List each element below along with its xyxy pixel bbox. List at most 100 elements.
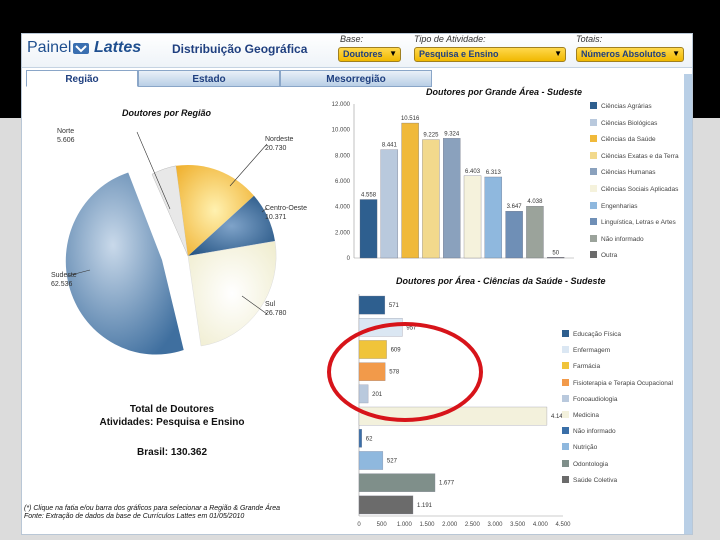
legend-item-outra[interactable]: Outra — [590, 251, 617, 261]
legend-label: Ciências Exatas e da Terra — [601, 152, 679, 160]
bar-outra[interactable] — [547, 257, 565, 259]
y-tick-label: 2.000 — [335, 230, 351, 236]
legend-label: Fisioterapia e Terapia Ocupacional — [573, 379, 673, 387]
base-select[interactable]: Doutores ▼ — [338, 47, 401, 62]
legend-swatch — [590, 201, 597, 209]
bar-value-label: 4.558 — [361, 193, 377, 199]
pie-label-sul-value: 26.780 — [265, 310, 287, 317]
legend-label: Odontologia — [573, 460, 609, 468]
x-tick-label: 2.000 — [442, 522, 458, 528]
bar-ciencias-da-saude[interactable] — [401, 122, 419, 259]
chevron-down-icon: ▼ — [672, 49, 680, 58]
legend-label: Ciências Biológicas — [601, 119, 658, 127]
x-tick-label: 1.500 — [419, 522, 435, 528]
legend-item-ciencias-da-saude[interactable]: Ciências da Saúde — [590, 135, 656, 145]
legend-item-engenharias[interactable]: Engenharias — [590, 201, 638, 212]
legend-label: Nutrição — [573, 444, 598, 452]
bar-saude-coletiva[interactable] — [358, 495, 414, 515]
legend-label: Saúde Coletiva — [573, 476, 618, 484]
legend-label: Ciências Sociais Aplicadas — [601, 186, 679, 193]
legend-label: Fonoaudiologia — [573, 395, 618, 403]
legend-item-nao-informado[interactable]: Não informado — [590, 234, 644, 245]
legend-swatch — [590, 234, 597, 242]
pie-label-norte-name: Norte — [57, 128, 75, 135]
legend-item-linguistica-letras-e-artes[interactable]: Linguística, Letras e Artes — [590, 218, 676, 228]
pie-slice-sul[interactable] — [187, 240, 277, 347]
tipo-atividade-select[interactable]: Pesquisa e Ensino ▼ — [414, 47, 566, 62]
pie-label-nordeste-name: Nordeste — [265, 136, 294, 143]
footnote-line1: (*) Clique na fatia e/ou barra dos gráfi… — [24, 505, 281, 512]
bar-linguistica-letras-e-artes[interactable] — [505, 211, 523, 259]
lattes-logo-icon — [73, 43, 89, 54]
totais-select[interactable]: Números Absolutos ▼ — [576, 47, 684, 62]
legend-item-farmacia[interactable]: Farmácia — [562, 362, 600, 372]
bar-nao-informado[interactable] — [526, 206, 544, 259]
chevron-down-icon: ▼ — [389, 49, 397, 58]
totais-select-value: Números Absolutos — [581, 49, 667, 59]
legend-item-medicina[interactable]: Medicina — [562, 411, 599, 421]
legend-swatch — [590, 218, 597, 226]
legend-swatch — [590, 185, 597, 192]
legend-label: Educação Física — [573, 331, 622, 338]
legend-label: Ciências Humanas — [601, 169, 656, 177]
bar-ciencias-agrarias[interactable] — [359, 199, 378, 259]
legend-item-odontologia[interactable]: Odontologia — [562, 459, 609, 470]
legend-item-educacao-fisica[interactable]: Educação Física — [562, 330, 621, 340]
legend-label: Engenharias — [601, 202, 638, 210]
legend-label: Não informado — [573, 428, 616, 436]
legend-item-ciencias-sociais-aplicadas[interactable]: Ciências Sociais Aplicadas — [590, 185, 678, 195]
bar-value-label: 62 — [366, 436, 373, 442]
legend-swatch — [562, 443, 569, 451]
x-tick-label: 0 — [357, 522, 361, 528]
bar-value-label: 6.403 — [465, 169, 481, 175]
bar-value-label: 4.038 — [527, 199, 543, 205]
legend-item-fisioterapia-e-terapia-ocupacional[interactable]: Fisioterapia e Terapia Ocupacional — [562, 378, 673, 389]
legend-item-saude-coletiva[interactable]: Saúde Coletiva — [562, 475, 618, 486]
legend-swatch — [590, 251, 597, 259]
bar-ciencias-biologicas[interactable] — [380, 149, 399, 259]
y-tick-label: 10.000 — [332, 128, 351, 134]
bar-ciencias-sociais-aplicadas[interactable] — [463, 175, 482, 259]
legend-item-ciencias-agrarias[interactable]: Ciências Agrárias — [590, 102, 652, 112]
bar-ciencias-humanas[interactable] — [443, 138, 461, 259]
x-tick-label: 4.500 — [555, 522, 571, 528]
y-tick-label: 6.000 — [335, 179, 351, 185]
legend-swatch — [590, 151, 597, 159]
x-tick-label: 4.000 — [533, 522, 549, 528]
legend-item-enfermagem[interactable]: Enfermagem — [562, 346, 610, 356]
legend-swatch — [562, 362, 569, 370]
legend-item-nao-informado[interactable]: Não informado — [562, 427, 616, 437]
legend-swatch — [590, 102, 597, 109]
bar-engenharias[interactable] — [484, 176, 503, 259]
painel-lattes-window: Painel Lattes Distribuição Geográfica Ba… — [21, 33, 693, 535]
legend-label: Linguística, Letras e Artes — [601, 219, 676, 227]
y-tick-label: 0 — [347, 256, 351, 262]
bar-nutricao[interactable] — [358, 451, 384, 470]
legend-swatch — [562, 378, 569, 386]
bar-ciencias-exatas-e-da-terra[interactable] — [422, 139, 440, 259]
y-tick-label: 8.000 — [335, 153, 351, 159]
legend-swatch — [562, 411, 569, 418]
base-label: Base: — [340, 34, 364, 44]
bar-value-label: 571 — [389, 303, 400, 309]
bar-chart-2-title: Doutores por Área - Ciências da Saúde - … — [396, 276, 606, 286]
legend-item-nutricao[interactable]: Nutrição — [562, 443, 597, 453]
bar-value-label: 6.313 — [486, 170, 502, 176]
bar-odontologia[interactable] — [358, 473, 436, 492]
legend-item-ciencias-exatas-e-da-terra[interactable]: Ciências Exatas e da Terra — [590, 151, 679, 162]
legend-swatch — [562, 459, 569, 467]
x-tick-label: 2.500 — [465, 522, 481, 528]
legend-label: Não informado — [601, 235, 644, 243]
bar-chart-2-legend: Educação Física Enfermagem Farmácia Fisiote… — [562, 330, 684, 500]
bar-chart-1-legend: Ciências Agrárias Ciências Biológicas Ciên… — [590, 102, 690, 262]
bar-value-label: 50 — [552, 250, 559, 256]
legend-swatch — [562, 346, 569, 354]
bar-nao-informado[interactable] — [358, 429, 362, 448]
pie-label-centro-oeste-name: Centro-Oeste — [265, 205, 308, 212]
bar-value-label: 1.191 — [417, 503, 433, 509]
bar-educacao-fisica[interactable] — [358, 295, 386, 315]
legend-item-fonoaudiologia[interactable]: Fonoaudiologia — [562, 394, 618, 405]
legend-item-ciencias-biologicas[interactable]: Ciências Biológicas — [590, 118, 658, 129]
bar-value-label: 527 — [387, 459, 398, 465]
legend-item-ciencias-humanas[interactable]: Ciências Humanas — [590, 168, 656, 178]
